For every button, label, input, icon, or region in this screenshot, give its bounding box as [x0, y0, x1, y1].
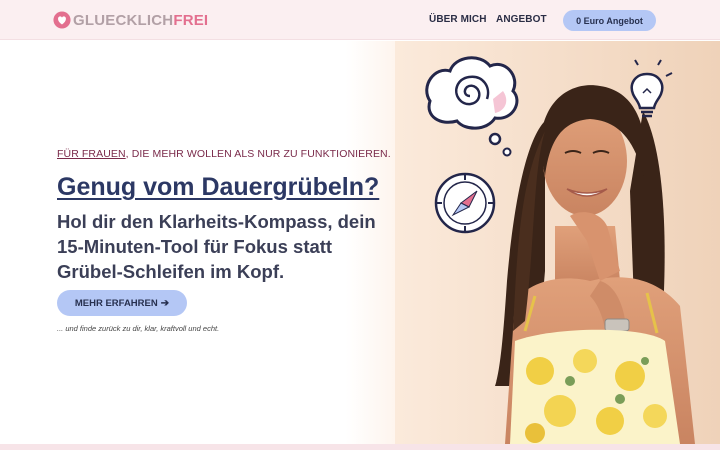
hero-subheadline: Hol dir den Klarheits-Kompass, dein 15-M…	[57, 211, 376, 282]
nav-link-ueber-mich[interactable]: ÜBER MICH	[429, 14, 487, 25]
free-offer-button[interactable]: 0 Euro Angebot	[563, 10, 656, 31]
logo[interactable]: GLUECKLICH FREI	[53, 10, 208, 30]
eyebrow-text: , DIE MEHR WOLLEN ALS NUR ZU FUNKTIONIER…	[125, 148, 391, 160]
hero-note: ... und finde zurück zu dir, klar, kraft…	[57, 324, 220, 333]
hero-section: FÜR FRAUEN, DIE MEHR WOLLEN ALS NUR ZU F…	[0, 41, 720, 444]
learn-more-button[interactable]: MEHR ERFAHREN ➔	[57, 290, 187, 316]
arrow-right-icon: ➔	[160, 297, 170, 309]
site-header: GLUECKLICH FREI ÜBER MICH ANGEBOT 0 Euro…	[0, 0, 720, 40]
hero-eyebrow: FÜR FRAUEN, DIE MEHR WOLLEN ALS NUR ZU F…	[57, 148, 391, 160]
hero-headline: Genug vom Dauergrübeln?	[57, 173, 380, 201]
heart-icon	[53, 11, 71, 29]
nav-link-angebot[interactable]: ANGEBOT	[496, 14, 547, 25]
logo-text-accent: FREI	[173, 11, 209, 29]
logo-text-primary: GLUECKLICH	[73, 11, 174, 29]
compass-icon	[434, 172, 496, 234]
bottom-strip	[0, 444, 720, 450]
eyebrow-highlight: FÜR FRAUEN	[57, 148, 126, 160]
hero-photo	[395, 41, 720, 444]
learn-more-label: MEHR ERFAHREN	[74, 297, 158, 309]
